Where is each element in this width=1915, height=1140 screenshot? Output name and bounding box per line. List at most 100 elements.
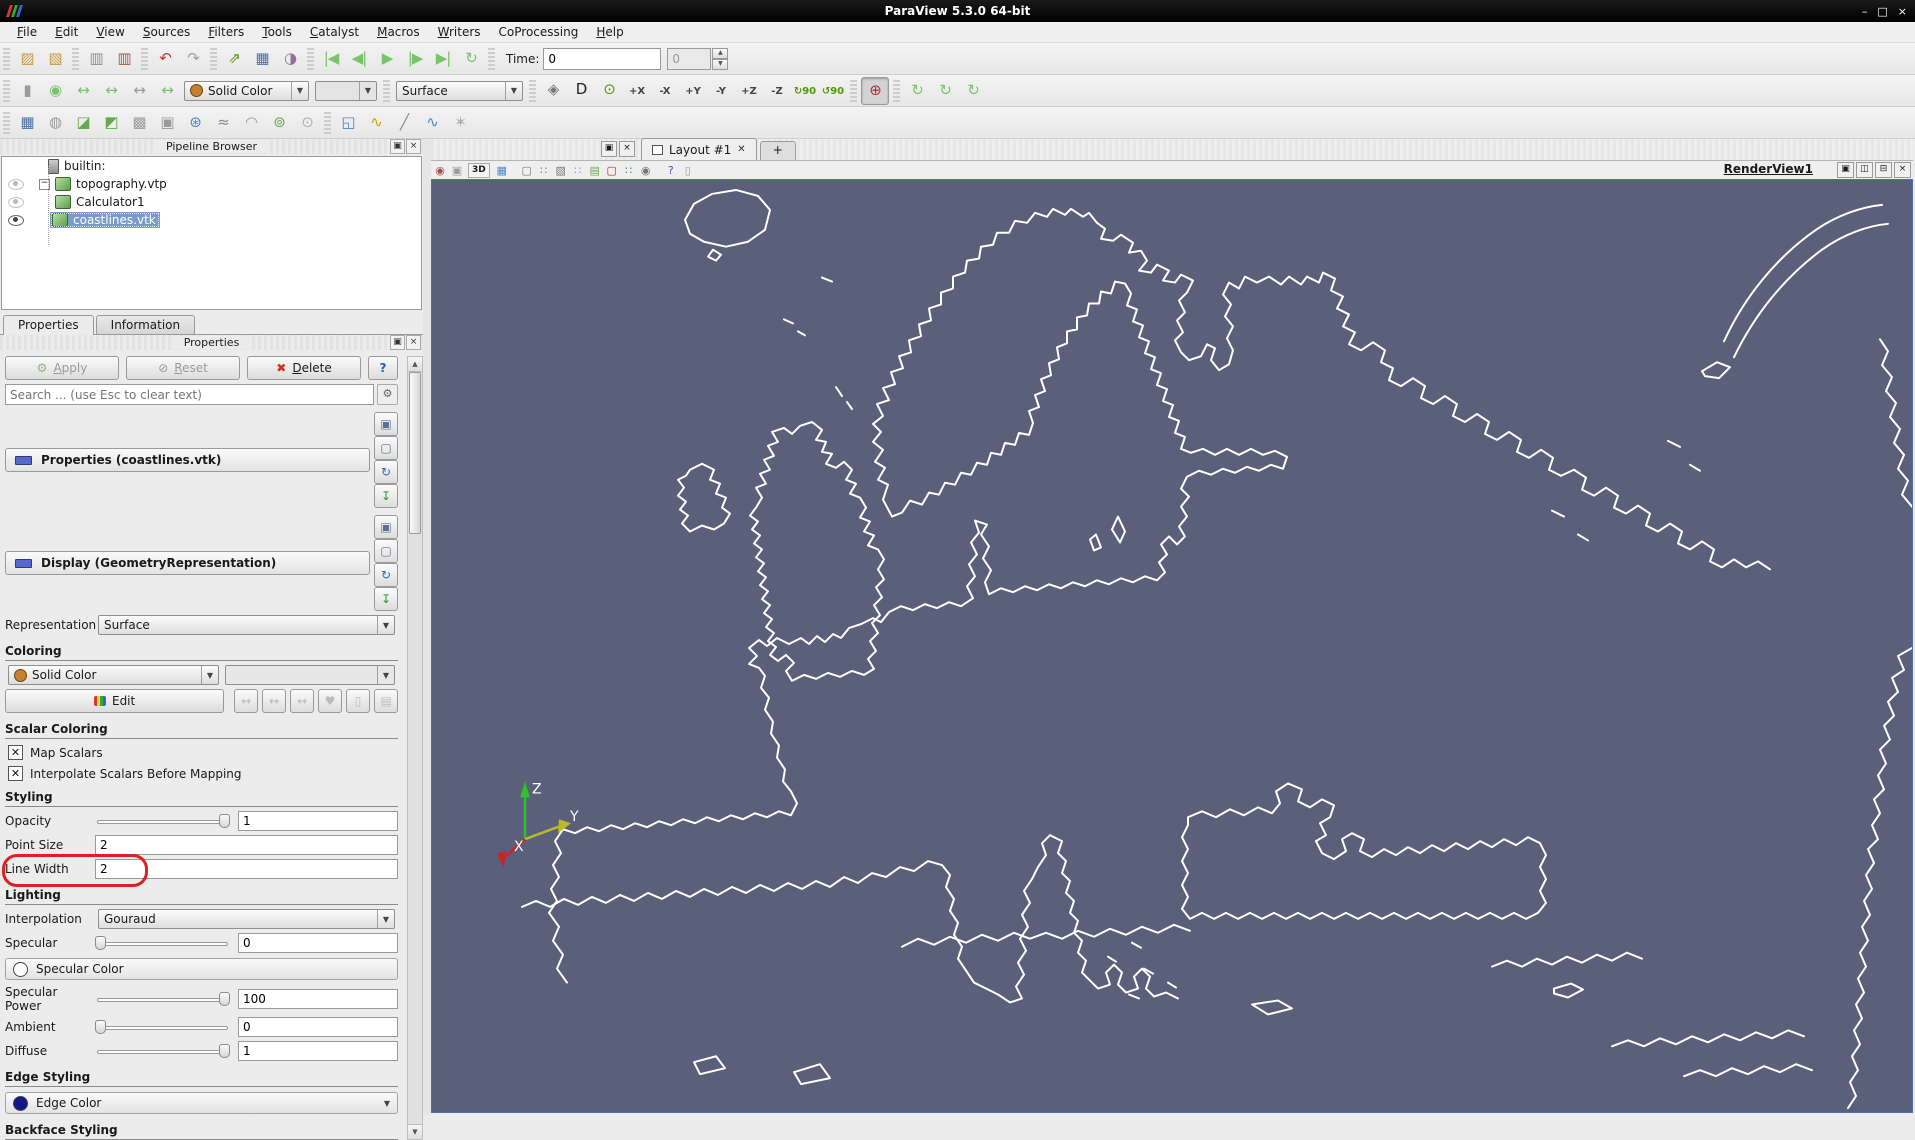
- show-orientation-axes-icon[interactable]: ⊕: [861, 76, 889, 105]
- pipeline-item-calculator1[interactable]: Calculator1: [2, 193, 421, 211]
- toolbar-handle[interactable]: [72, 47, 79, 70]
- hover-cells-icon[interactable]: ◉: [637, 162, 654, 178]
- edit-color-map-icon[interactable]: ◉: [42, 78, 68, 104]
- interactive-select-cells-icon[interactable]: ▢: [603, 162, 620, 178]
- scrollbar-thumb[interactable]: [409, 372, 421, 534]
- save-defaults-icon[interactable]: ↧: [374, 484, 398, 508]
- reset-defaults-icon[interactable]: ↻: [374, 563, 398, 587]
- visibility-eye-icon[interactable]: [8, 196, 24, 208]
- edit-legend-icon[interactable]: ▤: [374, 689, 398, 713]
- center-axes-icon[interactable]: ▯: [679, 162, 696, 178]
- ambient-input[interactable]: [238, 1017, 398, 1037]
- contour-icon[interactable]: ◍: [42, 110, 68, 136]
- diffuse-input[interactable]: [238, 1041, 398, 1061]
- view-plus-y-icon[interactable]: +Y: [680, 79, 706, 105]
- select-cells-through-icon[interactable]: ▧: [552, 162, 569, 178]
- section-display[interactable]: Display (GeometryRepresentation): [5, 551, 370, 575]
- toolbar-handle[interactable]: [324, 111, 331, 134]
- time-input[interactable]: [543, 47, 662, 70]
- rescale-custom-icon[interactable]: ↔: [262, 689, 286, 713]
- close-button[interactable]: ×: [1898, 5, 1907, 18]
- tessellate-icon[interactable]: ✶: [447, 110, 473, 136]
- load-state-icon[interactable]: ⇗: [221, 46, 247, 72]
- color-palette-icon[interactable]: ◑: [277, 46, 303, 72]
- menu-writers[interactable]: Writers: [429, 23, 490, 41]
- coloring-component-select[interactable]: ▼: [224, 665, 395, 685]
- copy-properties-icon[interactable]: ▣: [374, 412, 398, 436]
- representation-combobox[interactable]: Surface ▼: [396, 80, 523, 101]
- stream-tracer-icon[interactable]: ≈: [210, 110, 236, 136]
- color-by-combobox[interactable]: Solid Color ▼: [184, 80, 309, 101]
- delete-button[interactable]: ✖ Delete: [247, 356, 361, 380]
- view-minus-z-icon[interactable]: -Z: [764, 79, 790, 105]
- new-layout-tab[interactable]: +: [759, 141, 796, 160]
- reset-center-icon[interactable]: ↻: [960, 78, 986, 104]
- specular-slider[interactable]: [95, 934, 230, 952]
- next-frame-icon[interactable]: |▶: [402, 46, 428, 72]
- rotate-plus-90-icon[interactable]: ↻90: [792, 79, 818, 105]
- scroll-down-icon[interactable]: ▼: [408, 1124, 422, 1139]
- point-size-input[interactable]: [95, 835, 398, 855]
- select-block-icon[interactable]: ▤: [586, 162, 603, 178]
- menu-help[interactable]: Help: [587, 23, 632, 41]
- toolbar-handle[interactable]: [141, 47, 148, 70]
- layout-close-button[interactable]: ×: [619, 141, 635, 157]
- rescale-temporal-range-icon[interactable]: ↔: [126, 78, 152, 104]
- play-icon[interactable]: ▶: [374, 46, 400, 72]
- plot-over-line-icon[interactable]: ╱: [391, 110, 417, 136]
- zoom-to-selection-icon[interactable]: ⊙: [596, 76, 622, 102]
- toolbar-handle[interactable]: [850, 79, 857, 102]
- rescale-data-range-icon[interactable]: ↔: [70, 78, 96, 104]
- rescale-custom-range-icon[interactable]: ↔: [98, 78, 124, 104]
- previous-frame-icon[interactable]: ◀|: [346, 46, 372, 72]
- map-scalars-checkbox[interactable]: ✕ Map Scalars: [8, 745, 395, 760]
- toolbar-handle[interactable]: [893, 79, 900, 102]
- color-array-combobox[interactable]: ▼: [315, 80, 377, 101]
- first-frame-icon[interactable]: |◀: [318, 46, 344, 72]
- save-animation-icon[interactable]: ▦: [249, 46, 275, 72]
- toolbar-handle[interactable]: [3, 47, 10, 70]
- dock-close-button[interactable]: ×: [406, 139, 421, 154]
- tab-properties[interactable]: Properties: [3, 315, 94, 335]
- loop-icon[interactable]: ↻: [458, 46, 484, 72]
- toggle-color-legend-icon[interactable]: ▮: [14, 78, 40, 104]
- glyph-icon[interactable]: ⊛: [182, 110, 208, 136]
- clip-icon[interactable]: ◪: [70, 110, 96, 136]
- dock-close-button[interactable]: ×: [406, 335, 421, 350]
- specular-color-button[interactable]: Specular Color: [5, 958, 398, 980]
- reset-defaults-icon[interactable]: ↻: [374, 460, 398, 484]
- paste-properties-icon[interactable]: ▢: [374, 539, 398, 563]
- show-legend-icon[interactable]: ▯: [346, 689, 370, 713]
- extract-subset-icon[interactable]: ▣: [154, 110, 180, 136]
- adjust-camera-icon[interactable]: ◉: [431, 162, 448, 178]
- diffuse-slider[interactable]: [95, 1042, 230, 1060]
- group-datasets-icon[interactable]: ⊚: [266, 110, 292, 136]
- coloring-array-select[interactable]: Solid Color ▼: [8, 665, 219, 685]
- section-properties-source[interactable]: Properties (coastlines.vtk): [5, 448, 370, 472]
- interpolation-select[interactable]: Gouraud ▼: [98, 909, 395, 929]
- menu-coprocessing[interactable]: CoProcessing: [490, 23, 588, 41]
- menu-sources[interactable]: Sources: [134, 23, 199, 41]
- visibility-eye-icon[interactable]: [8, 214, 24, 226]
- warp-icon[interactable]: ◠: [238, 110, 264, 136]
- rotate-minus-90-icon[interactable]: ↺90: [820, 79, 846, 105]
- specular-power-slider[interactable]: [95, 990, 230, 1008]
- toolbar-handle[interactable]: [383, 79, 390, 102]
- minimize-button[interactable]: –: [1862, 5, 1868, 18]
- menu-edit[interactable]: Edit: [46, 23, 87, 41]
- extract-level-icon[interactable]: ⊙: [294, 110, 320, 136]
- zoom-to-data-icon[interactable]: D: [568, 76, 594, 102]
- interactive-select-points-icon[interactable]: ∷: [620, 162, 637, 178]
- opacity-slider[interactable]: [95, 812, 230, 830]
- menu-file[interactable]: File: [8, 23, 46, 41]
- maximize-button[interactable]: □: [1877, 5, 1887, 18]
- split-vertical-button[interactable]: ⊟: [1875, 162, 1892, 178]
- plot-data-over-time-icon[interactable]: ∿: [419, 110, 445, 136]
- help-icon[interactable]: ?: [662, 162, 679, 178]
- save-data-icon[interactable]: ▧: [42, 46, 68, 72]
- rescale-data-icon[interactable]: ↔: [234, 689, 258, 713]
- choose-preset-icon[interactable]: ♥: [318, 689, 342, 713]
- threshold-icon[interactable]: ▩: [126, 110, 152, 136]
- close-view-button[interactable]: ×: [1894, 162, 1911, 178]
- frame-input[interactable]: [667, 47, 712, 70]
